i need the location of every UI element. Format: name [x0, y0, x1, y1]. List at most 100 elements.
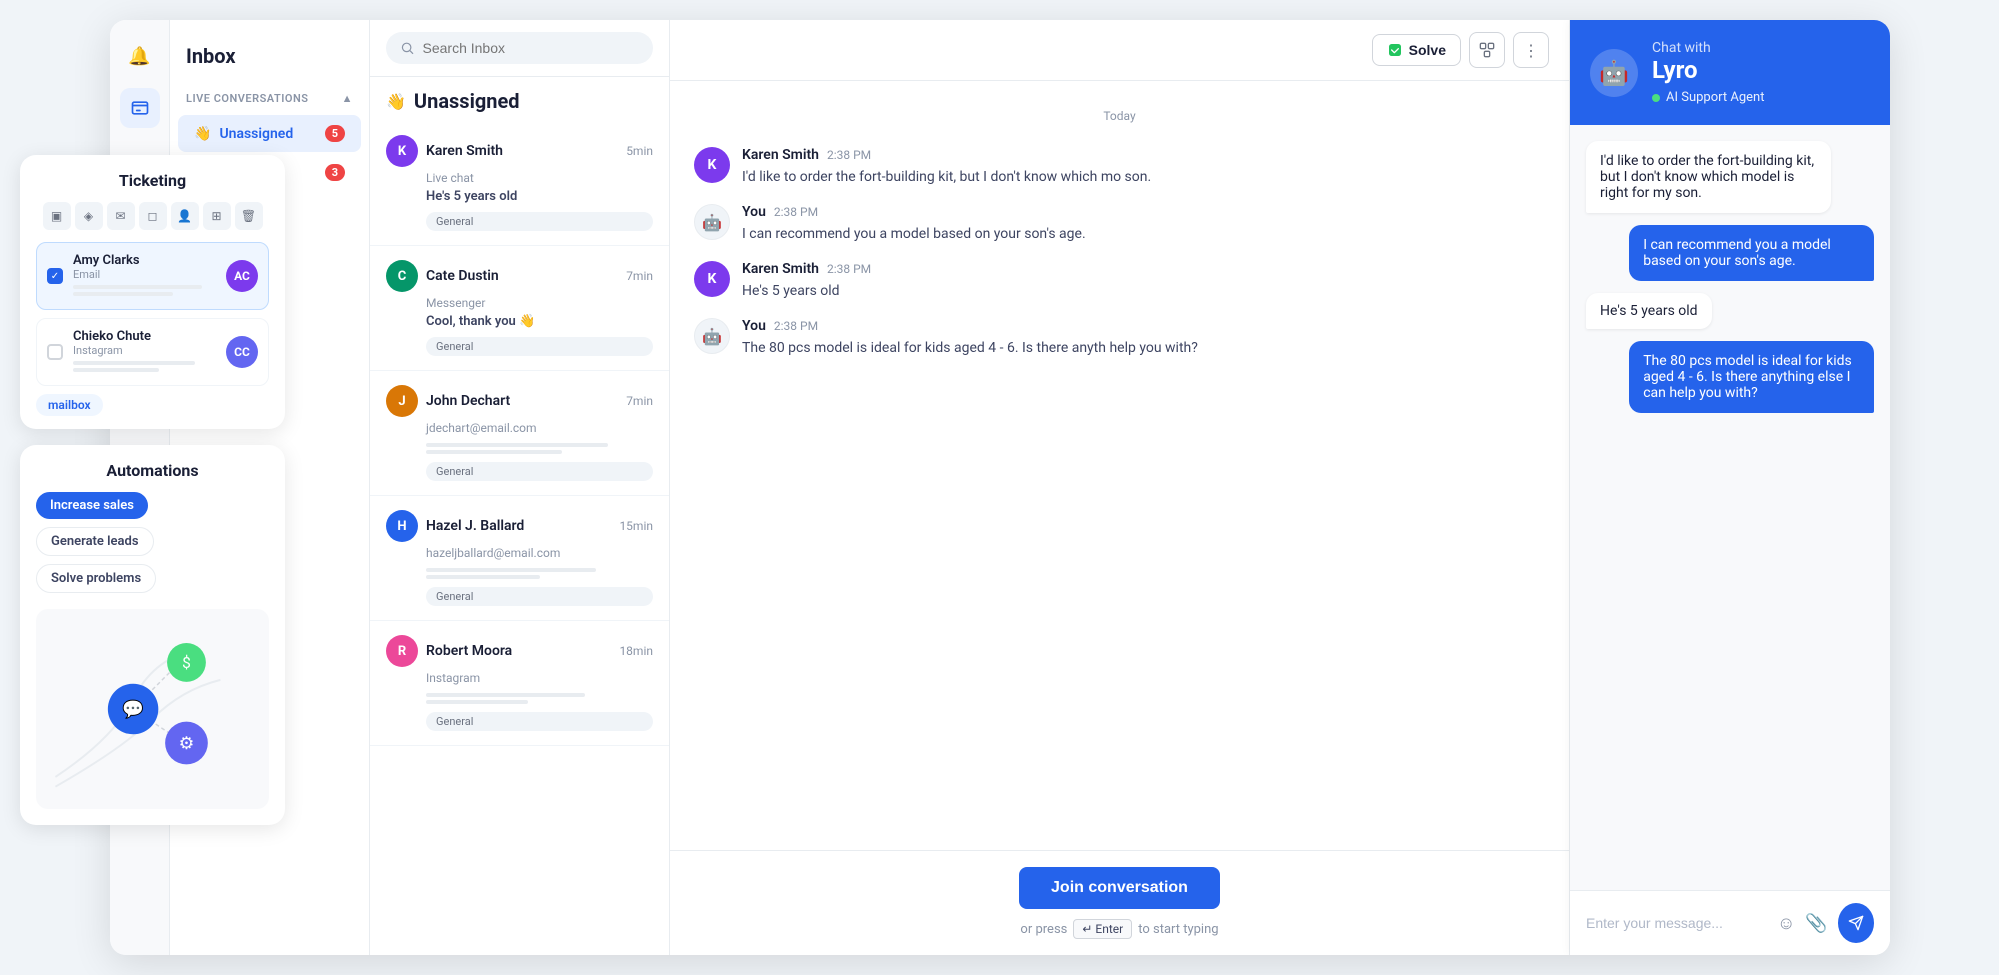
conv-source-robert: Instagram — [386, 671, 653, 685]
conv-item-karen[interactable]: K Karen Smith 5min Live chat He's 5 year… — [370, 121, 669, 246]
toolbar-icon-6[interactable]: ⊞ — [203, 202, 231, 230]
ticket-avatar-chieko: CC — [226, 336, 258, 368]
sidebar-inbox-icon[interactable] — [120, 88, 160, 128]
send-icon — [1848, 915, 1864, 931]
ticket-lines-amy — [73, 285, 216, 296]
chat-panel: Solve ⋮ Today K Karen Smith — [670, 20, 1570, 955]
msg-text-4: The 80 pcs model is ideal for kids aged … — [742, 338, 1545, 359]
merge-button[interactable] — [1469, 32, 1505, 68]
search-input-wrap[interactable] — [386, 32, 653, 64]
ticketing-section: Ticketing ▣ ◈ ✉ ◻ 👤 ⊞ 🗑 ✓ Amy Clarks Ema… — [20, 155, 285, 429]
chat-header: Solve ⋮ — [670, 20, 1569, 81]
mailbox-tag[interactable]: mailbox — [36, 394, 103, 416]
unassigned-badge: 5 — [325, 125, 345, 142]
tag-solve-problems[interactable]: Solve problems — [36, 564, 156, 593]
join-conversation-button[interactable]: Join conversation — [1019, 867, 1220, 909]
avatar-john: J — [386, 385, 418, 417]
more-options-button[interactable]: ⋮ — [1513, 32, 1549, 68]
toolbar-icon-5[interactable]: 👤 — [171, 202, 199, 230]
tag-increase-sales[interactable]: Increase sales — [36, 492, 148, 519]
conv-tag-john: General — [426, 462, 653, 481]
conv-name-cate: Cate Dustin — [426, 268, 499, 284]
conv-tag-hazel: General — [426, 587, 653, 606]
main-wrapper: 🔔 Inbox LIVE CONVERSATIONS ▲ 👋 Unassigne… — [110, 20, 1890, 955]
conv-item-hazel[interactable]: H Hazel J. Ballard 15min hazeljballard@e… — [370, 496, 669, 621]
conv-section-title: 👋 Unassigned — [370, 77, 669, 121]
ticket-item-chieko[interactable]: Chieko Chute Instagram CC — [36, 318, 269, 386]
conv-preview-karen: He's 5 years old — [386, 189, 653, 204]
lyro-msg-4: The 80 pcs model is ideal for kids aged … — [1629, 341, 1874, 413]
ticket-info-amy: Amy Clarks Email — [73, 253, 216, 299]
solve-button[interactable]: Solve — [1372, 34, 1461, 66]
wave-icon: 👋 — [194, 126, 211, 142]
ticket-info-chieko: Chieko Chute Instagram — [73, 329, 216, 375]
ticket-checkbox-chieko[interactable] — [47, 344, 63, 360]
conv-name-karen: Karen Smith — [426, 143, 503, 159]
ticket-checkbox-amy[interactable]: ✓ — [47, 268, 63, 284]
lyro-header: 🤖 Chat with Lyro AI Support Agent — [1570, 20, 1890, 125]
conv-item-cate[interactable]: C Cate Dustin 7min Messenger Cool, thank… — [370, 246, 669, 371]
status-dot — [1652, 94, 1660, 102]
solve-check-icon — [1387, 42, 1403, 58]
lyro-status: AI Support Agent — [1652, 90, 1764, 105]
avatar-hazel: H — [386, 510, 418, 542]
conv-item-john[interactable]: J John Dechart 7min jdechart@email.com G… — [370, 371, 669, 496]
msg-avatar-bot-1: 🤖 — [694, 204, 730, 240]
msg-sender-1: Karen Smith — [742, 147, 819, 163]
lyro-chat-with-label: Chat with — [1652, 40, 1764, 56]
svg-text:💬: 💬 — [122, 699, 144, 720]
msg-content-3: Karen Smith 2:38 PM He's 5 years old — [742, 261, 1545, 302]
lyro-input-icons: ☺ 📎 — [1777, 913, 1828, 934]
enter-key-badge: ↵ Enter — [1073, 919, 1132, 939]
toolbar-icon-4[interactable]: ◻ — [139, 202, 167, 230]
ticket-item-amy[interactable]: ✓ Amy Clarks Email AC — [36, 242, 269, 310]
avatar-karen: K — [386, 135, 418, 167]
emoji-button[interactable]: ☺ — [1777, 913, 1795, 934]
msg-text-3: He's 5 years old — [742, 281, 1545, 302]
nav-title: Inbox — [170, 36, 369, 84]
chat-messages: Today K Karen Smith 2:38 PM I'd like to … — [670, 81, 1569, 850]
msg-sender-4: You — [742, 318, 766, 334]
sidebar-bell-icon[interactable]: 🔔 — [120, 36, 160, 76]
unassigned-emoji: 👋 — [386, 92, 406, 111]
tag-generate-leads[interactable]: Generate leads — [36, 527, 154, 556]
search-input[interactable] — [423, 40, 640, 56]
conv-item-robert[interactable]: R Robert Moora 18min Instagram General — [370, 621, 669, 746]
msg-row-2: 🤖 You 2:38 PM I can recommend you a mode… — [694, 204, 1545, 245]
msg-text-1: I'd like to order the fort-building kit,… — [742, 167, 1545, 188]
ellipsis-icon: ⋮ — [1523, 41, 1539, 60]
merge-icon — [1479, 42, 1495, 58]
lyro-msg-2: I can recommend you a model based on you… — [1629, 225, 1874, 281]
msg-time-3: 2:38 PM — [827, 262, 871, 276]
ticket-name-chieko: Chieko Chute — [73, 329, 216, 344]
avatar-cate: C — [386, 260, 418, 292]
svg-text:⚙: ⚙ — [179, 734, 195, 754]
chat-footer: Join conversation or press ↵ Enter to st… — [670, 850, 1569, 955]
toolbar-icon-2[interactable]: ◈ — [75, 202, 103, 230]
lyro-msg-3: He's 5 years old — [1586, 293, 1712, 329]
lyro-panel: 🤖 Chat with Lyro AI Support Agent I'd li… — [1570, 20, 1890, 955]
lyro-message-input[interactable] — [1586, 915, 1767, 931]
msg-content-1: Karen Smith 2:38 PM I'd like to order th… — [742, 147, 1545, 188]
toolbar-icon-3[interactable]: ✉ — [107, 202, 135, 230]
automations-section: Automations Increase sales Generate lead… — [20, 445, 285, 825]
conv-source-cate: Messenger — [386, 296, 653, 310]
msg-row-3: K Karen Smith 2:38 PM He's 5 years old — [694, 261, 1545, 302]
conv-source-karen: Live chat — [386, 171, 653, 185]
msg-sender-3: Karen Smith — [742, 261, 819, 277]
send-button[interactable] — [1838, 903, 1874, 943]
toolbar-icon-1[interactable]: ▣ — [43, 202, 71, 230]
attachment-button[interactable]: 📎 — [1805, 913, 1827, 934]
ticket-lines-chieko — [73, 361, 216, 372]
auto-tags: Increase sales Generate leads Solve prob… — [36, 492, 269, 593]
svg-text:$: $ — [182, 654, 191, 672]
nav-item-unassigned[interactable]: 👋 Unassigned 5 — [178, 115, 361, 152]
toolbar-icon-7[interactable]: 🗑 — [235, 202, 263, 230]
automations-title: Automations — [36, 461, 269, 480]
conv-time-karen: 5min — [626, 144, 653, 158]
date-divider: Today — [694, 109, 1545, 123]
msg-time-2: 2:38 PM — [774, 205, 818, 219]
conv-list: K Karen Smith 5min Live chat He's 5 year… — [370, 121, 669, 955]
nav-section-header: LIVE CONVERSATIONS ▲ — [170, 84, 369, 113]
check-icon: ✓ — [51, 271, 59, 282]
